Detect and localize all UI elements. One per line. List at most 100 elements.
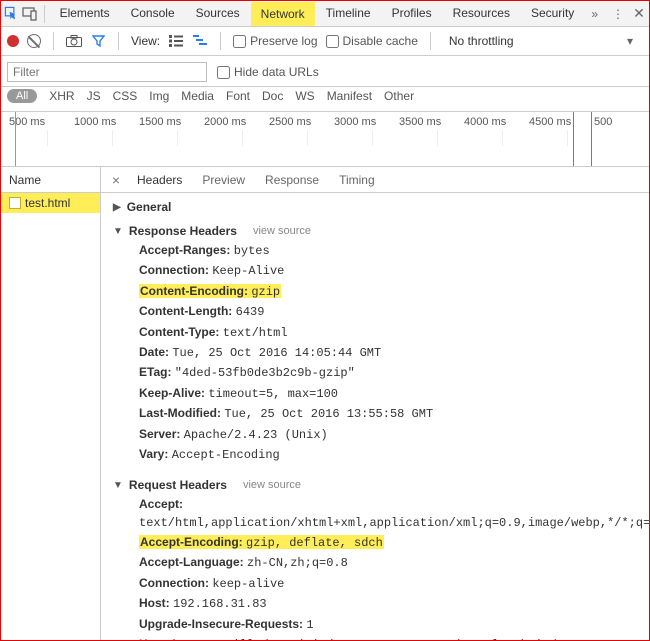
- timeline-ruler[interactable]: 500 ms 1000 ms 1500 ms 2000 ms 2500 ms 3…: [1, 112, 649, 167]
- header-row: Vary: Accept-Encoding: [139, 445, 641, 465]
- gridlines: [1, 130, 649, 166]
- close-icon[interactable]: ✕: [631, 5, 647, 22]
- request-row-test-html[interactable]: test.html: [1, 193, 100, 213]
- header-row: Accept-Ranges: bytes: [139, 241, 641, 261]
- header-row: ETag: "4ded-53fb0de3b2c9b-gzip": [139, 363, 641, 383]
- inspect-icon[interactable]: [3, 2, 20, 26]
- section-response-headers: ▼ Response Headers view source Accept-Ra…: [101, 217, 649, 471]
- tab-console[interactable]: Console: [121, 1, 185, 27]
- throttling-select[interactable]: No throttling: [449, 34, 514, 48]
- tab-timeline[interactable]: Timeline: [316, 1, 381, 27]
- file-icon: [9, 197, 21, 209]
- tab-profiles[interactable]: Profiles: [382, 1, 442, 27]
- disclosure-icon: ▶: [113, 202, 121, 213]
- hide-data-urls-checkbox[interactable]: Hide data URLs: [217, 65, 319, 79]
- hide-data-urls-label: Hide data URLs: [234, 65, 319, 79]
- network-toolbar: View: Preserve log Disable cache No thro…: [1, 27, 649, 56]
- header-row: Server: Apache/2.4.23 (Unix): [139, 425, 641, 445]
- tick: 4500 ms: [529, 116, 594, 130]
- tick: 500: [594, 116, 650, 130]
- divider: [430, 32, 431, 50]
- section-request-headers: ▼ Request Headers view source Accept: te…: [101, 471, 649, 640]
- marker-load: [591, 112, 592, 166]
- clear-icon[interactable]: [27, 34, 41, 48]
- header-row: Content-Length: 6439: [139, 302, 641, 322]
- request-detail: × Headers Preview Response Timing ▶ Gener…: [101, 167, 649, 640]
- cat-css[interactable]: CSS: [113, 89, 138, 103]
- header-row: Date: Tue, 25 Oct 2016 14:05:44 GMT: [139, 343, 641, 363]
- more-tabs-icon[interactable]: »: [585, 7, 604, 21]
- preserve-log-label: Preserve log: [250, 34, 317, 48]
- view-label: View:: [131, 34, 160, 48]
- section-general[interactable]: ▶ General: [101, 193, 649, 217]
- divider: [44, 5, 45, 23]
- tab-sources[interactable]: Sources: [186, 1, 250, 27]
- cat-manifest[interactable]: Manifest: [327, 89, 372, 103]
- divider: [118, 32, 119, 50]
- filter-bar: Hide data URLs: [1, 56, 649, 87]
- tick: 1500 ms: [139, 116, 204, 130]
- header-row: User-Agent: Mozilla/5.0 (Windows NT 6.1;…: [139, 635, 641, 640]
- header-row: Content-Type: text/html: [139, 323, 641, 343]
- view-source-link[interactable]: view source: [243, 479, 301, 491]
- devtools-tabbar: Elements Console Sources Network Timelin…: [1, 1, 649, 27]
- resource-type-filter: All XHR JS CSS Img Media Font Doc WS Man…: [1, 87, 649, 112]
- menu-icon[interactable]: ⋮: [606, 7, 630, 21]
- header-row: Content-Encoding: gzip: [139, 282, 641, 302]
- cat-xhr[interactable]: XHR: [49, 89, 74, 103]
- detail-tab-timing[interactable]: Timing: [329, 168, 385, 192]
- detail-tabbar: × Headers Preview Response Timing: [101, 167, 649, 193]
- header-row: Upgrade-Insecure-Requests: 1: [139, 615, 641, 635]
- request-headers-list: Accept: text/html,application/xhtml+xml,…: [113, 495, 649, 640]
- divider: [220, 32, 221, 50]
- cat-js[interactable]: JS: [87, 89, 101, 103]
- preserve-log-checkbox[interactable]: Preserve log: [233, 34, 317, 48]
- request-name: test.html: [25, 196, 70, 210]
- tab-elements[interactable]: Elements: [50, 1, 120, 27]
- view-waterfall-icon[interactable]: [192, 33, 208, 49]
- tab-resources[interactable]: Resources: [443, 1, 520, 27]
- filter-icon[interactable]: [90, 33, 106, 49]
- screenshot-icon[interactable]: [66, 33, 82, 49]
- marker-domcontentloaded: [15, 112, 16, 166]
- section-title: Response Headers: [129, 224, 237, 238]
- record-icon[interactable]: [7, 35, 19, 47]
- cat-doc[interactable]: Doc: [262, 89, 283, 103]
- toolbar-caret-icon[interactable]: ▾: [627, 34, 643, 48]
- header-row: Last-Modified: Tue, 25 Oct 2016 13:55:58…: [139, 404, 641, 424]
- disable-cache-label: Disable cache: [343, 34, 418, 48]
- section-toggle[interactable]: ▼ Response Headers view source: [113, 221, 649, 241]
- marker-load: [573, 112, 574, 166]
- cat-ws[interactable]: WS: [295, 89, 314, 103]
- cat-font[interactable]: Font: [226, 89, 250, 103]
- name-column-header[interactable]: Name: [1, 167, 100, 193]
- tick: 2000 ms: [204, 116, 269, 130]
- cat-other[interactable]: Other: [384, 89, 414, 103]
- header-row: Accept: text/html,application/xhtml+xml,…: [139, 495, 641, 533]
- tick: 4000 ms: [464, 116, 529, 130]
- tab-network[interactable]: Network: [251, 2, 315, 26]
- detail-tab-preview[interactable]: Preview: [192, 168, 255, 192]
- filter-input[interactable]: [7, 62, 207, 82]
- throttling-value: No throttling: [449, 34, 514, 48]
- header-row: Host: 192.168.31.83: [139, 594, 641, 614]
- cat-img[interactable]: Img: [149, 89, 169, 103]
- detail-tab-headers[interactable]: Headers: [127, 168, 192, 192]
- tab-security[interactable]: Security: [521, 1, 584, 27]
- header-row: Keep-Alive: timeout=5, max=100: [139, 384, 641, 404]
- header-row: Connection: keep-alive: [139, 574, 641, 594]
- section-title: General: [127, 200, 172, 214]
- section-toggle[interactable]: ▼ Request Headers view source: [113, 475, 649, 495]
- tick: 1000 ms: [74, 116, 139, 130]
- view-source-link[interactable]: view source: [253, 225, 311, 237]
- tick: 3000 ms: [334, 116, 399, 130]
- disable-cache-checkbox[interactable]: Disable cache: [326, 34, 418, 48]
- request-list: Name test.html: [1, 167, 101, 640]
- device-toggle-icon[interactable]: [21, 2, 38, 26]
- view-list-icon[interactable]: [168, 33, 184, 49]
- header-row: Accept-Language: zh-CN,zh;q=0.8: [139, 553, 641, 573]
- cat-all[interactable]: All: [7, 89, 37, 103]
- cat-media[interactable]: Media: [181, 89, 214, 103]
- detail-close-icon[interactable]: ×: [105, 172, 127, 188]
- detail-tab-response[interactable]: Response: [255, 168, 329, 192]
